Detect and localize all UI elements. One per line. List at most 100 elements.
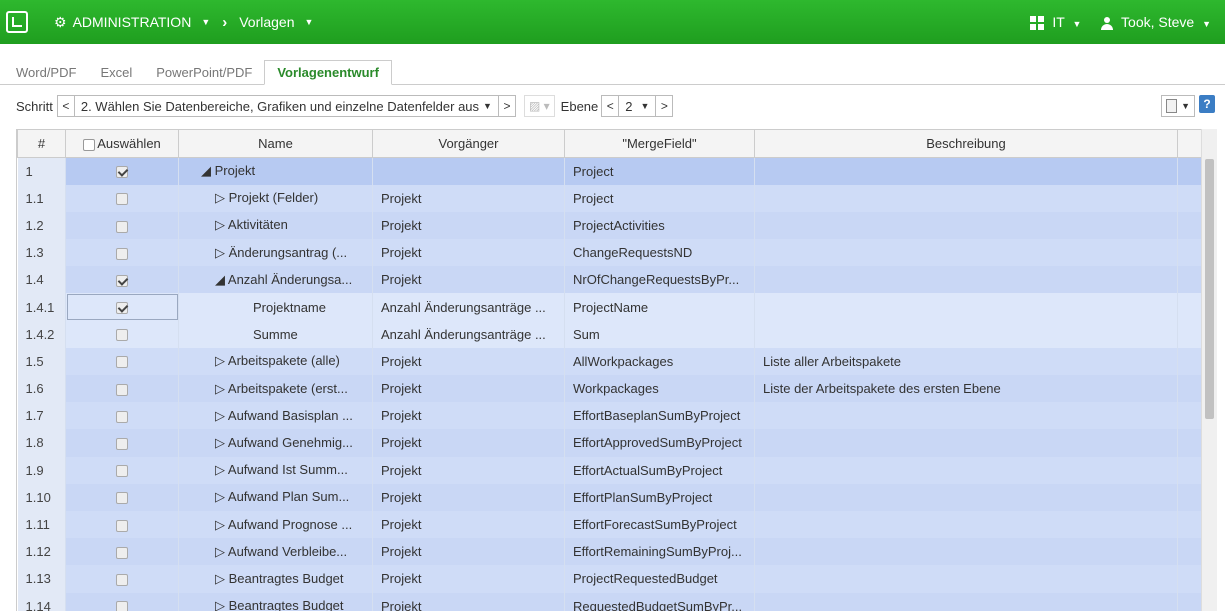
level-select[interactable]: 2 ▼ (619, 95, 656, 117)
app-logo-icon[interactable] (6, 11, 28, 33)
step-next-button[interactable]: > (497, 95, 516, 117)
row-checkbox[interactable] (116, 546, 128, 559)
col-mergefield-header[interactable]: "MergeField" (564, 129, 755, 158)
row-checkbox[interactable] (116, 519, 128, 532)
row-name[interactable]: ▷ Beantragtes Budget (178, 592, 373, 611)
table-row[interactable]: 1.8 ▷ Aufwand Genehmig... Projekt EffortApp… (17, 429, 1202, 457)
row-checkbox[interactable] (116, 383, 128, 396)
table-row[interactable]: 1.9 ▷ Aufwand Ist Summ... Projekt EffortAct… (17, 456, 1202, 484)
row-checkbox[interactable] (116, 220, 128, 233)
row-checkbox[interactable] (116, 492, 128, 505)
row-checkbox[interactable] (116, 410, 128, 423)
row-name[interactable]: ▷ Arbeitspakete (alle) (178, 347, 373, 375)
row-checkbox[interactable] (116, 166, 128, 179)
org-menu[interactable]: IT ▼ (1030, 14, 1082, 31)
row-checkbox[interactable] (116, 438, 128, 451)
tab-powerpoint-pdf[interactable]: PowerPoint/PDF (144, 62, 264, 84)
row-name[interactable]: ▷ Projekt (Felder) (178, 184, 373, 212)
row-name[interactable]: Summe (178, 320, 373, 348)
row-checkbox[interactable] (116, 573, 128, 586)
level-next-button[interactable]: > (655, 95, 674, 117)
row-name[interactable]: ▷ Beantragtes Budget (178, 565, 373, 593)
module-menu[interactable]: ⚙ ADMINISTRATION ▼ (54, 14, 210, 31)
row-checkbox[interactable] (116, 465, 128, 478)
row-select-cell[interactable] (65, 592, 179, 611)
table-row[interactable]: 1.4.1 Projektname Anzahl Änderungsanträge … (17, 293, 1202, 321)
table-row[interactable]: 1.4 ◢ Anzahl Änderungsa... Projekt NrOfChan… (17, 266, 1202, 294)
table-row[interactable]: 1.3 ▷ Änderungsantrag (... Projekt ChangeRe… (17, 239, 1202, 267)
row-name[interactable]: ▷ Arbeitspakete (erst... (178, 375, 373, 403)
vertical-scrollbar[interactable] (1201, 129, 1217, 611)
table-row[interactable]: 1.7 ▷ Aufwand Basisplan ... Projekt EffortB… (17, 402, 1202, 430)
row-name[interactable]: ▷ Aufwand Plan Sum... (178, 483, 373, 511)
row-name[interactable]: ◢ Projekt (178, 157, 373, 185)
table-row[interactable]: 1.12 ▷ Aufwand Verbleibe... Projekt EffortR… (17, 538, 1202, 566)
row-select-cell[interactable] (65, 402, 179, 430)
table-row[interactable]: 1.13 ▷ Beantragtes Budget Projekt ProjectRe… (17, 565, 1202, 593)
tab-vorlagenentwurf[interactable]: Vorlagenentwurf (264, 60, 392, 85)
row-name[interactable]: ▷ Aktivitäten (178, 211, 373, 240)
table-row[interactable]: 1.1 ▷ Projekt (Felder) Projekt Project (17, 184, 1202, 212)
help-icon[interactable]: ? (1199, 95, 1215, 113)
row-select-cell[interactable] (65, 483, 179, 511)
row-checkbox[interactable] (116, 356, 128, 369)
row-select-cell[interactable] (65, 510, 179, 539)
row-predecessor (372, 157, 565, 185)
chevron-down-icon: ▼ (1072, 18, 1082, 29)
row-name[interactable]: Projektname (178, 293, 373, 321)
row-checkbox[interactable] (116, 601, 128, 611)
row-name[interactable]: ▷ Aufwand Ist Summ... (178, 456, 373, 484)
col-number-header[interactable]: # (17, 129, 66, 158)
row-name[interactable]: ◢ Anzahl Änderungsa... (178, 266, 373, 294)
row-select-cell[interactable] (65, 538, 179, 566)
row-checkbox[interactable] (116, 302, 128, 315)
col-description-header[interactable]: Beschreibung (754, 129, 1178, 158)
row-select-cell[interactable] (65, 429, 179, 457)
row-predecessor: Projekt (372, 239, 565, 267)
row-select-cell[interactable] (65, 347, 179, 375)
user-menu[interactable]: Took, Steve ▼ (1101, 14, 1211, 30)
table-row[interactable]: 1.4.2 Summe Anzahl Änderungsanträge ... Sum (17, 320, 1202, 348)
row-select-cell[interactable] (65, 293, 179, 321)
row-name[interactable]: ▷ Aufwand Prognose ... (178, 510, 373, 539)
row-name[interactable]: ▷ Aufwand Genehmig... (178, 429, 373, 457)
scrollbar-thumb[interactable] (1205, 159, 1214, 419)
tab-excel[interactable]: Excel (88, 62, 144, 84)
row-checkbox[interactable] (116, 247, 128, 260)
row-select-cell[interactable] (65, 211, 179, 240)
table-row[interactable]: 1.14 ▷ Beantragtes Budget Projekt Requested… (17, 592, 1202, 611)
select-all-checkbox[interactable] (83, 138, 96, 151)
table-row[interactable]: 1.2 ▷ Aktivitäten Projekt ProjectActivities (17, 211, 1202, 240)
col-predecessor-header[interactable]: Vorgänger (372, 129, 565, 158)
table-row[interactable]: 1.5 ▷ Arbeitspakete (alle) Projekt AllWorkp… (17, 347, 1202, 375)
row-name[interactable]: ▷ Aufwand Basisplan ... (178, 402, 373, 430)
image-button[interactable]: ▨ ▾ (523, 95, 555, 117)
row-select-cell[interactable] (65, 456, 179, 484)
row-checkbox[interactable] (116, 329, 128, 342)
table-row[interactable]: 1.6 ▷ Arbeitspakete (erst... Projekt Workpa… (17, 375, 1202, 403)
row-description (754, 402, 1178, 430)
row-checkbox[interactable] (116, 274, 128, 287)
section-menu[interactable]: Vorlagen ▼ (239, 14, 313, 30)
row-select-cell[interactable] (65, 239, 179, 267)
tab-word-pdf[interactable]: Word/PDF (4, 62, 88, 84)
table-row[interactable]: 1.11 ▷ Aufwand Prognose ... Projekt EffortF… (17, 510, 1202, 539)
row-predecessor: Projekt (372, 538, 565, 566)
export-button[interactable]: ▼ (1161, 95, 1195, 117)
row-select-cell[interactable] (65, 157, 179, 185)
table-row[interactable]: 1.10 ▷ Aufwand Plan Sum... Projekt EffortPl… (17, 483, 1202, 511)
row-checkbox[interactable] (116, 193, 128, 206)
level-prev-button[interactable]: < (601, 95, 620, 117)
row-name[interactable]: ▷ Aufwand Verbleibe... (178, 538, 373, 566)
row-select-cell[interactable] (65, 266, 179, 294)
col-select-header[interactable]: Auswählen (65, 129, 179, 158)
row-select-cell[interactable] (65, 375, 179, 403)
table-row[interactable]: 1 ◢ Projekt Project (17, 157, 1202, 185)
step-select[interactable]: 2. Wählen Sie Datenbereiche, Grafiken un… (74, 95, 498, 117)
row-select-cell[interactable] (65, 320, 179, 348)
row-select-cell[interactable] (65, 184, 179, 212)
step-prev-button[interactable]: < (56, 95, 75, 117)
row-select-cell[interactable] (65, 565, 179, 593)
col-name-header[interactable]: Name (178, 129, 373, 158)
row-name[interactable]: ▷ Änderungsantrag (... (178, 239, 373, 267)
